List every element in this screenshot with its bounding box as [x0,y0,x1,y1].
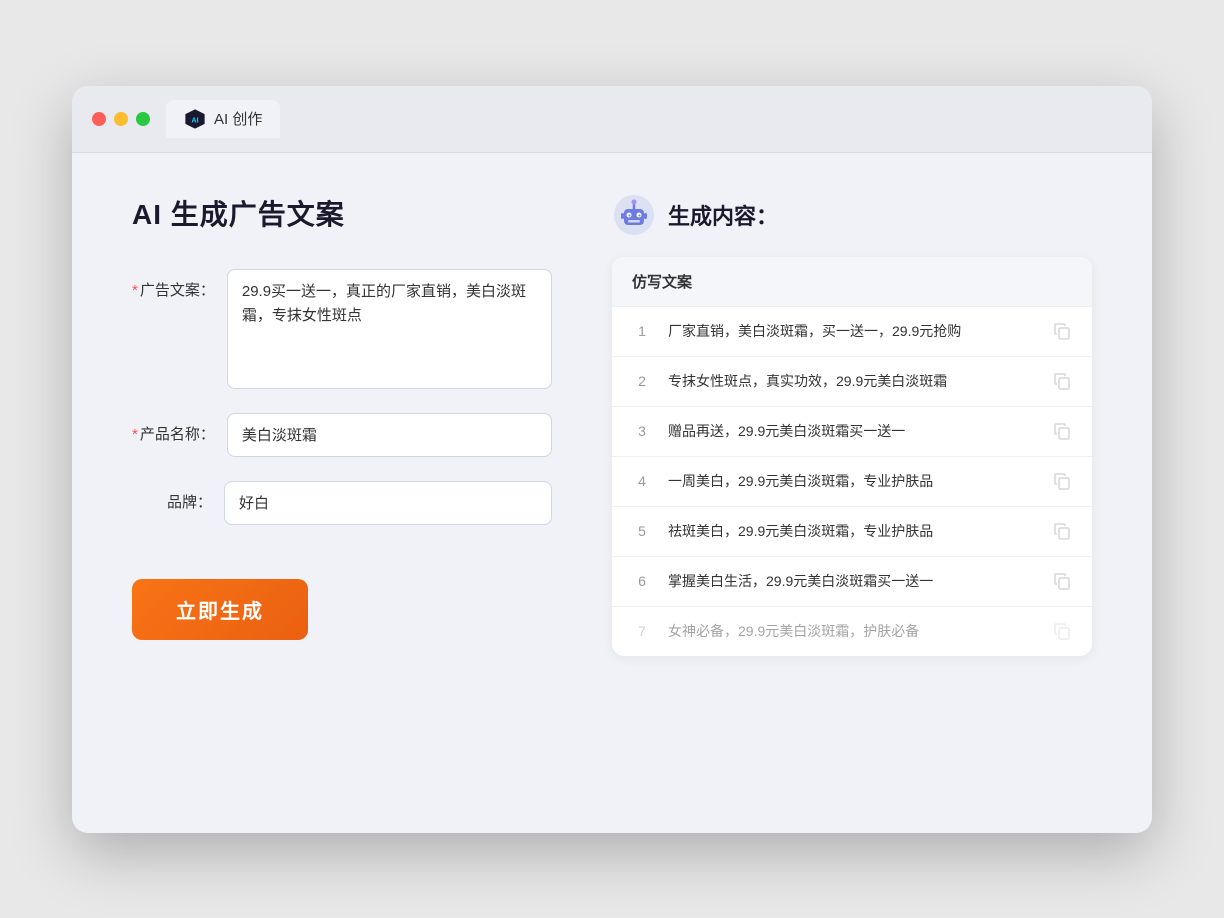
copy-icon[interactable] [1052,571,1072,591]
form-group-ad-copy: *广告文案： 29.9买一送一，真正的厂家直销，美白淡斑霜，专抹女性斑点 [132,269,552,389]
tab-ai[interactable]: AI AI 创作 [166,100,280,138]
result-row: 3 赠品再送，29.9元美白淡斑霜买一送一 [612,407,1092,457]
copy-icon[interactable] [1052,371,1072,391]
result-text: 女神必备，29.9元美白淡斑霜，护肤必备 [668,621,1036,642]
robot-icon [612,193,656,237]
result-text: 祛斑美白，29.9元美白淡斑霜，专业护肤品 [668,521,1036,542]
copy-icon [1052,621,1072,641]
product-name-label: *产品名称： [132,413,215,444]
product-name-field[interactable] [227,413,552,457]
brand-field[interactable] [224,481,552,525]
brand-label: 品牌： [132,481,212,512]
copy-icon[interactable] [1052,521,1072,541]
required-star-2: * [132,426,138,443]
result-text: 厂家直销，美白淡斑霜，买一送一，29.9元抢购 [668,321,1036,342]
result-row-dimmed: 7 女神必备，29.9元美白淡斑霜，护肤必备 [612,607,1092,656]
result-row: 5 祛斑美白，29.9元美白淡斑霜，专业护肤品 [612,507,1092,557]
tab-label: AI 创作 [214,108,262,129]
ad-copy-field[interactable]: 29.9买一送一，真正的厂家直销，美白淡斑霜，专抹女性斑点 [227,269,552,389]
result-row: 2 专抹女性斑点，真实功效，29.9元美白淡斑霜 [612,357,1092,407]
result-num: 3 [632,423,652,439]
form-group-product-name: *产品名称： [132,413,552,457]
close-button[interactable] [92,112,106,126]
traffic-lights [92,112,150,126]
ai-logo-icon: AI [184,108,206,130]
page-title: AI 生成广告文案 [132,193,552,233]
result-num: 7 [632,623,652,639]
copy-icon[interactable] [1052,421,1072,441]
copy-icon[interactable] [1052,471,1072,491]
result-table-header: 仿写文案 [612,257,1092,307]
form-group-brand: 品牌： [132,481,552,525]
required-star-1: * [132,282,138,299]
result-row: 1 厂家直销，美白淡斑霜，买一送一，29.9元抢购 [612,307,1092,357]
generate-button[interactable]: 立即生成 [132,579,308,640]
svg-text:AI: AI [191,115,198,124]
copy-icon[interactable] [1052,321,1072,341]
left-panel: AI 生成广告文案 *广告文案： 29.9买一送一，真正的厂家直销，美白淡斑霜，… [132,193,552,793]
result-num: 5 [632,523,652,539]
result-num: 4 [632,473,652,489]
maximize-button[interactable] [136,112,150,126]
browser-content: AI 生成广告文案 *广告文案： 29.9买一送一，真正的厂家直销，美白淡斑霜，… [72,153,1152,833]
result-text: 掌握美白生活，29.9元美白淡斑霜买一送一 [668,571,1036,592]
right-panel: 生成内容： 仿写文案 1 厂家直销，美白淡斑霜，买一送一，29.9元抢购 2 专… [612,193,1092,793]
result-num: 1 [632,323,652,339]
ad-copy-label: *广告文案： [132,269,215,300]
minimize-button[interactable] [114,112,128,126]
result-text: 赠品再送，29.9元美白淡斑霜买一送一 [668,421,1036,442]
result-table: 仿写文案 1 厂家直销，美白淡斑霜，买一送一，29.9元抢购 2 专抹女性斑点，… [612,257,1092,656]
result-text: 专抹女性斑点，真实功效，29.9元美白淡斑霜 [668,371,1036,392]
result-row: 6 掌握美白生活，29.9元美白淡斑霜买一送一 [612,557,1092,607]
result-title: 生成内容： [668,199,778,231]
result-row: 4 一周美白，29.9元美白淡斑霜，专业护肤品 [612,457,1092,507]
titlebar: AI AI 创作 [72,86,1152,153]
browser-window: AI AI 创作 AI 生成广告文案 *广告文案： 29.9买一送一，真正的厂家… [72,86,1152,833]
result-num: 6 [632,573,652,589]
result-header: 生成内容： [612,193,1092,237]
result-text: 一周美白，29.9元美白淡斑霜，专业护肤品 [668,471,1036,492]
result-num: 2 [632,373,652,389]
